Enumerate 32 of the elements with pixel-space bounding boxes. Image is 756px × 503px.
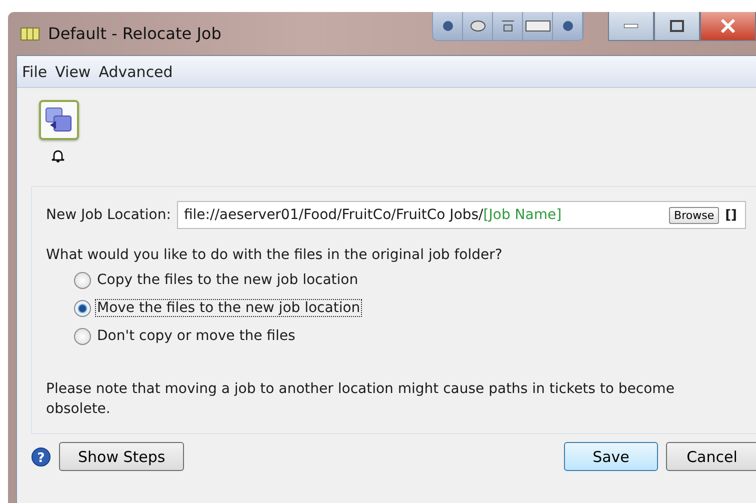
minimize-button[interactable] (608, 12, 654, 41)
minimize-icon (624, 24, 638, 28)
help-icon[interactable]: ? (31, 446, 51, 466)
radio-option[interactable]: Move the files to the new job location (74, 295, 756, 321)
menu-item[interactable]: View (55, 62, 91, 80)
brackets-button[interactable]: [] (723, 208, 739, 222)
question-text: What would you like to do with the files in the original job folder? (46, 247, 504, 263)
toolbar-button[interactable] (523, 12, 553, 40)
radio-button[interactable] (74, 272, 91, 288)
browse-button[interactable]: Browse (669, 206, 720, 224)
rectangle-icon (524, 19, 550, 33)
bell-icon[interactable] (51, 148, 65, 163)
menu-item[interactable]: Advanced (98, 62, 173, 80)
show-steps-button[interactable]: Show Steps (59, 442, 184, 471)
close-icon (720, 19, 736, 33)
maximize-icon (670, 20, 684, 32)
radio-option[interactable]: Don't copy or move the files (74, 323, 756, 349)
save-button[interactable]: Save (564, 442, 658, 471)
note-text: Please note that moving a job to another location might cause paths in tickets to become obsolete. (46, 380, 676, 419)
close-button[interactable] (700, 12, 756, 41)
radio-button[interactable] (74, 300, 91, 316)
maximize-button[interactable] (654, 12, 700, 41)
radio-button[interactable] (74, 328, 91, 344)
radio-option[interactable]: Copy the files to the new job location (74, 267, 756, 293)
window-title: Default - Relocate Job (48, 24, 222, 43)
menu-item[interactable]: File (22, 62, 48, 80)
layout-icon (500, 19, 516, 33)
app-icon (20, 26, 40, 40)
relocate-job-button[interactable] (39, 100, 79, 140)
location-field[interactable]: file://aeserver01/Food/FruitCo/FruitCo Jobs/[Job Name] Browse [] (176, 201, 746, 229)
cancel-button[interactable]: Cancel (666, 442, 756, 471)
location-label: New Job Location: (46, 207, 171, 223)
